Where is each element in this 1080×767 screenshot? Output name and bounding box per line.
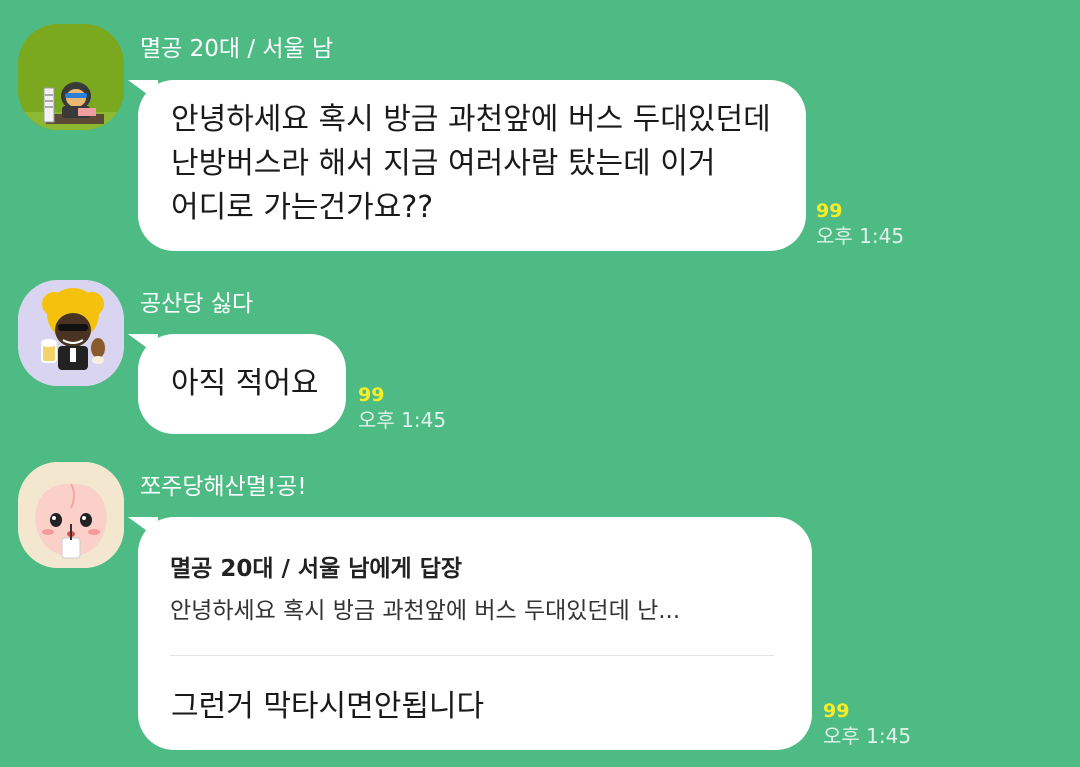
profile-avatar[interactable] <box>18 462 124 568</box>
sender-name: 공산당 싫다 <box>140 291 254 317</box>
sender-name: 멸공 20대 / 서울 남 <box>140 36 334 62</box>
message-meta: 99 오후 1:45 <box>823 699 911 749</box>
unread-count: 99 <box>358 384 385 406</box>
unread-count: 99 <box>816 200 843 222</box>
apeach-character-avatar <box>18 462 124 568</box>
message-meta: 99 오후 1:45 <box>816 199 904 249</box>
message-bubble[interactable]: 안녕하세요 혹시 방금 과천앞에 버스 두대있던데 난방버스라 해서 지금 여러… <box>128 80 806 251</box>
sunglasses-afro-character-avatar <box>18 280 124 386</box>
message-text: 아직 적어요 <box>171 366 319 401</box>
profile-avatar[interactable] <box>18 24 124 130</box>
message-text: 그런거 막타시면안됩니다 <box>171 689 485 724</box>
ryan-character-at-desk-avatar <box>18 24 124 130</box>
bubble-tail <box>128 80 158 102</box>
bubble-tail <box>128 334 158 356</box>
message-text: 안녕하세요 혹시 방금 과천앞에 버스 두대있던데 난방버스라 해서 지금 여러… <box>171 102 771 225</box>
profile-avatar[interactable] <box>18 280 124 386</box>
message-meta: 99 오후 1:45 <box>358 383 446 433</box>
message-time: 오후 1:45 <box>358 408 447 432</box>
reply-to-label: 멸공 20대 / 서울 남에게 답장 <box>170 556 463 582</box>
message-bubble[interactable]: 아직 적어요 <box>128 334 346 434</box>
sender-name: 쪼주당해산멸!공! <box>140 474 307 500</box>
bubble-tail <box>128 517 158 539</box>
unread-count: 99 <box>823 700 850 722</box>
message-time: 오후 1:45 <box>823 724 912 748</box>
message-time: 오후 1:45 <box>816 224 905 248</box>
quoted-message[interactable]: 안녕하세요 혹시 방금 과천앞에 버스 두대있던데 난... <box>170 591 680 625</box>
reply-divider <box>170 655 774 656</box>
reply-message-bubble[interactable]: 멸공 20대 / 서울 남에게 답장 안녕하세요 혹시 방금 과천앞에 버스 두… <box>128 517 812 750</box>
